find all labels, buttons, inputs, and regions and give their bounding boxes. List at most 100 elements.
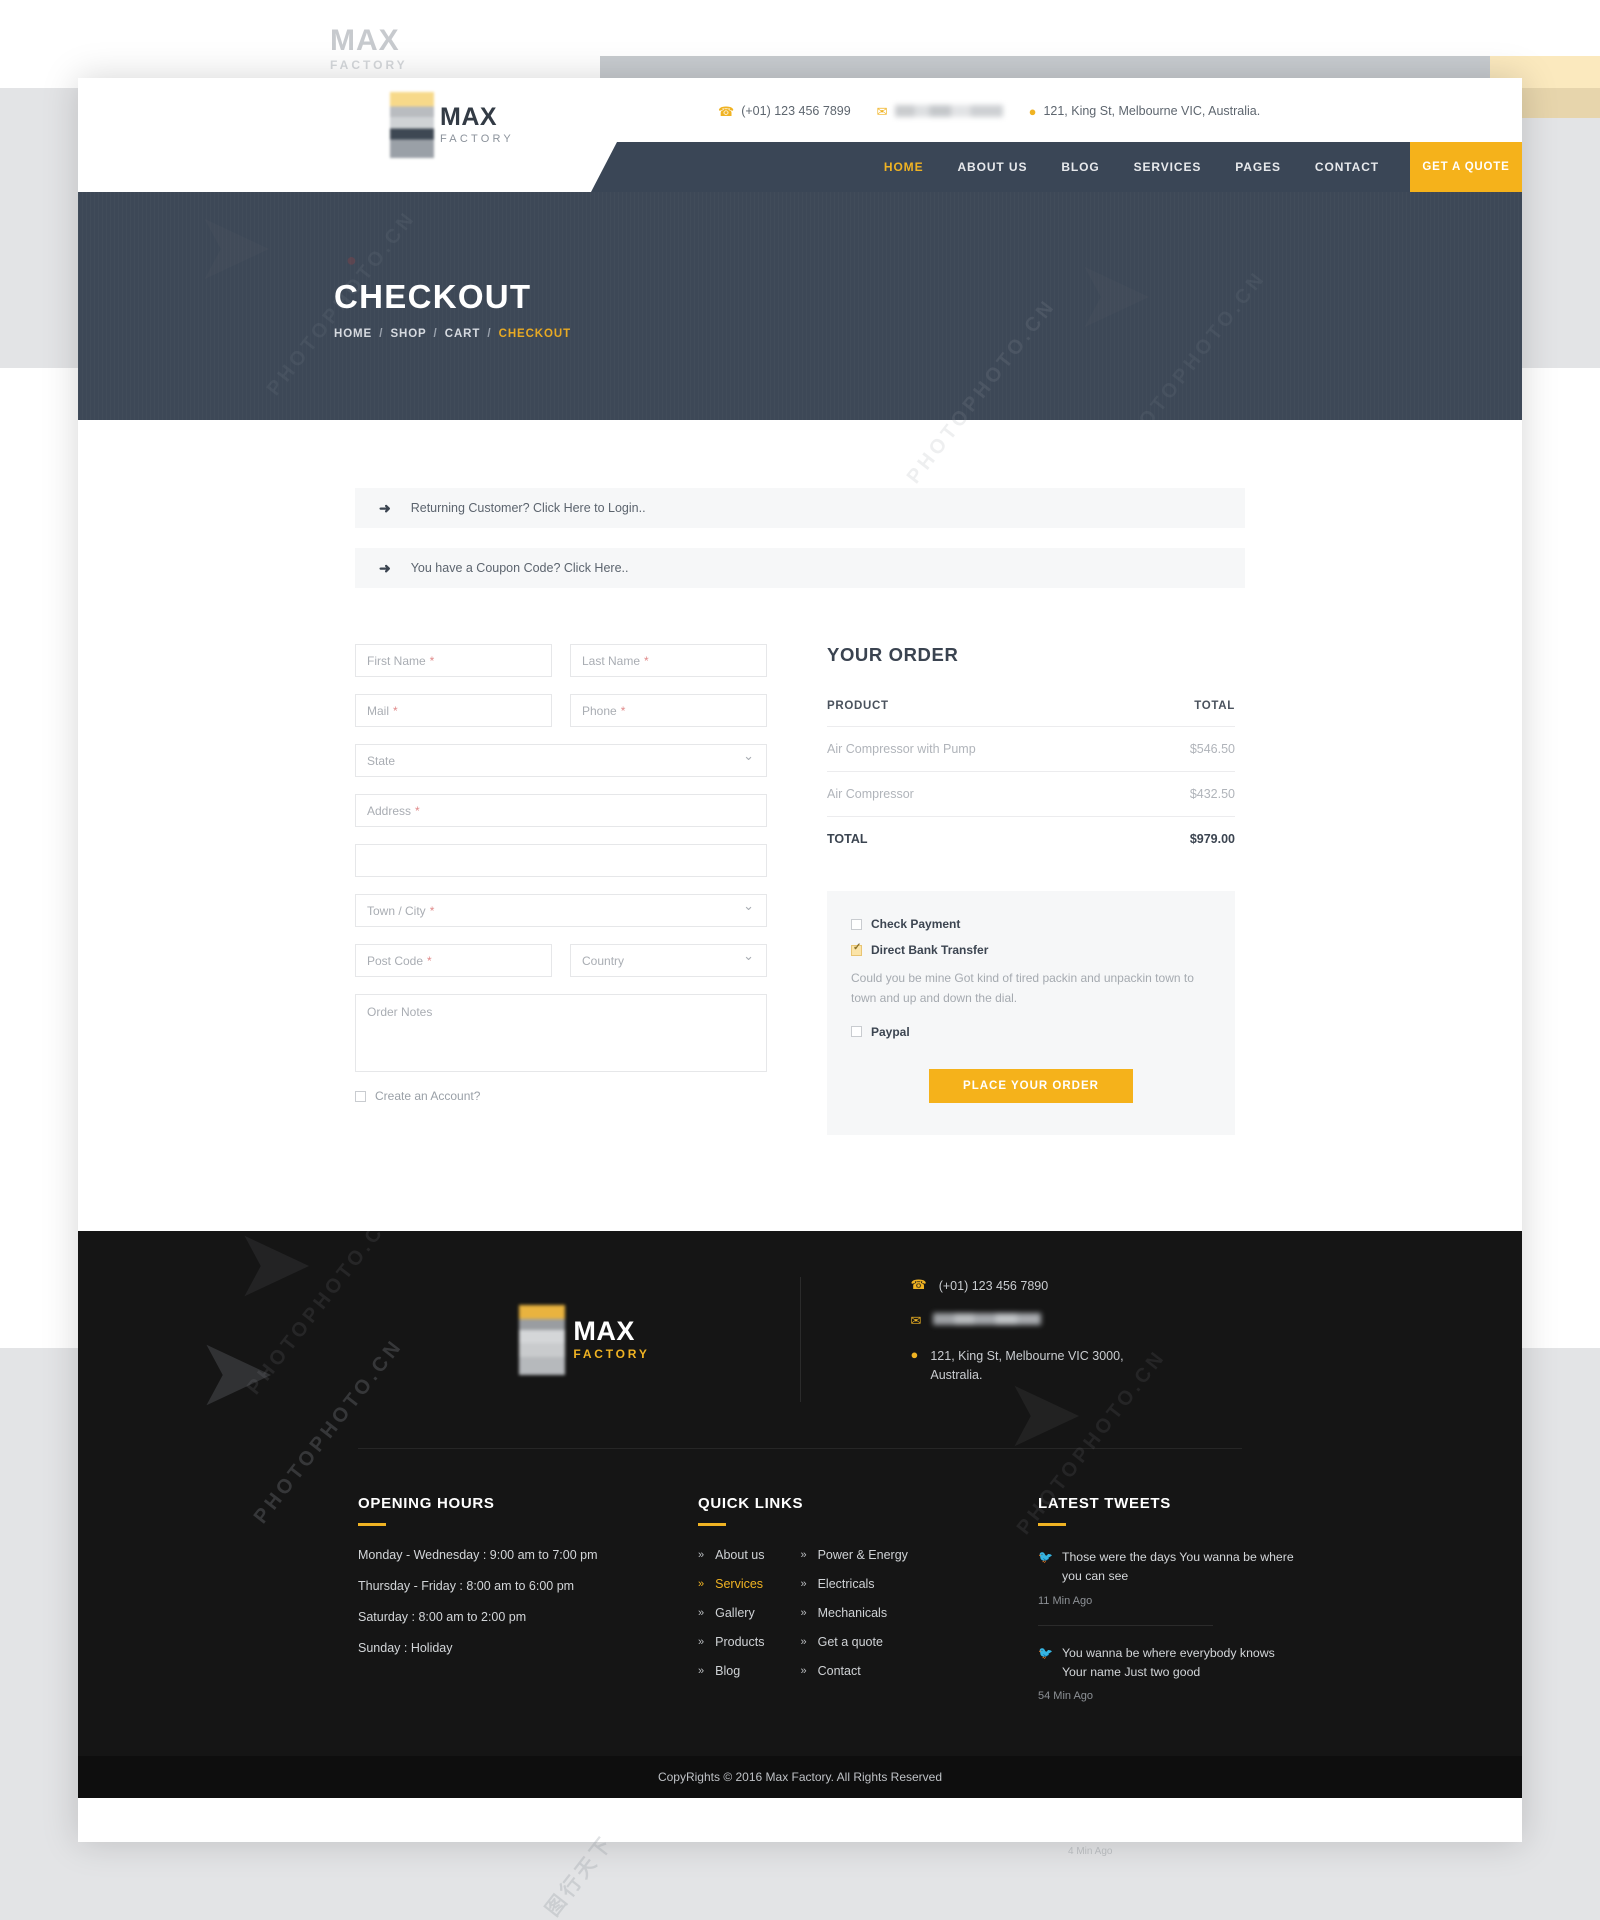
place-order-button[interactable]: PLACE YOUR ORDER <box>929 1068 1133 1103</box>
footer-link-get-a-quote[interactable]: » Get a quote <box>800 1635 907 1649</box>
footer-link-mechanicals-label: Mechanicals <box>817 1606 888 1621</box>
footer-link-power-energy-label: Power & Energy <box>817 1548 908 1563</box>
table-row: Air Compressor $432.50 <box>827 771 1235 817</box>
chevron-right-icon-5: » <box>698 1665 705 1678</box>
first-name-input[interactable]: First Name * <box>355 644 552 677</box>
tweet-separator <box>1038 1624 1213 1626</box>
order-table-body: Air Compressor with Pump $546.50 Air Com… <box>827 726 1235 862</box>
breadcrumb-cart[interactable]: CART <box>445 328 481 340</box>
map-pin-icon: ● <box>1028 103 1037 119</box>
footer-link-services[interactable]: » Services <box>698 1577 764 1591</box>
footer-email[interactable]: ✉ <box>911 1313 1231 1329</box>
post-code-input[interactable]: Post Code * <box>355 944 552 977</box>
country-select[interactable]: Country <box>570 944 767 977</box>
tweet-item-1[interactable]: 🐦 Those were the days You wanna be where… <box>1038 1548 1298 1586</box>
create-account-checkbox[interactable]: Create an Account? <box>355 1089 767 1103</box>
order-total-value: $979.00 <box>1189 832 1235 846</box>
nav-item-contact[interactable]: CONTACT <box>1298 160 1396 174</box>
nav-item-about-us[interactable]: ABOUT US <box>940 160 1044 174</box>
breadcrumb-shop[interactable]: SHOP <box>390 328 426 340</box>
header-email[interactable]: ✉ <box>877 105 1003 118</box>
phone-input[interactable]: Phone * <box>570 694 767 727</box>
footer-link-gallery[interactable]: » Gallery <box>698 1606 764 1620</box>
page-hero: ➤ PHOTOPHOTO.CN ➤ PHOTOPHOTO.CN ● CHECKO… <box>78 192 1522 420</box>
chevron-right-icon-10: » <box>800 1665 807 1678</box>
ghost-logo-name: MAX <box>330 24 400 57</box>
nav-item-pages[interactable]: PAGES <box>1218 160 1298 174</box>
post-code-required: * <box>427 953 432 968</box>
payment-direct-bank-transfer[interactable]: Direct Bank Transfer <box>851 943 1211 957</box>
site-page: MAX FACTORY ☎ (+01) 123 456 7899 ✉ ● 121… <box>78 78 1522 1842</box>
footer-link-blog[interactable]: » Blog <box>698 1664 764 1678</box>
footer-link-power-energy[interactable]: » Power & Energy <box>800 1548 907 1562</box>
footer-top: MAX FACTORY ☎ (+01) 123 456 7890 ✉ ● 121… <box>78 1231 1522 1449</box>
mail-icon-footer: ✉ <box>910 1313 922 1329</box>
post-code-placeholder: Post Code <box>367 953 424 968</box>
logo-name: MAX <box>440 103 498 131</box>
email-input[interactable]: Mail * <box>355 694 552 727</box>
order-table-head: PRODUCT TOTAL <box>827 700 1235 727</box>
last-name-input[interactable]: Last Name * <box>570 644 767 677</box>
footer-link-products[interactable]: » Products <box>698 1635 764 1649</box>
watermark-bird-icon-2: ➤ <box>1078 247 1151 343</box>
payment-paypal[interactable]: Paypal <box>851 1025 1211 1039</box>
order-item-name-1: Air Compressor with Pump <box>827 726 1140 772</box>
heading-underline <box>358 1523 386 1527</box>
footer-link-about-us[interactable]: » About us <box>698 1548 764 1562</box>
order-item-total-1: $546.50 <box>1139 726 1235 772</box>
returning-customer-label: Returning Customer? Click Here to Login.… <box>410 501 646 515</box>
breadcrumb-sep-3: / <box>487 328 492 340</box>
footer-link-get-a-quote-label: Get a quote <box>817 1635 883 1650</box>
coupon-code-bar[interactable]: ➜ You have a Coupon Code? Click Here.. <box>355 548 1245 588</box>
chevron-right-icon-6: » <box>800 1549 807 1562</box>
breadcrumb-home[interactable]: HOME <box>334 328 372 340</box>
header-phone[interactable]: ☎ (+01) 123 456 7899 <box>718 104 851 118</box>
town-city-select[interactable]: Town / City * <box>355 894 767 927</box>
footer-link-electricals[interactable]: » Electricals <box>800 1577 907 1591</box>
order-summary-title: YOUR ORDER <box>827 644 959 665</box>
latest-tweets-heading: LATEST TWEETS <box>1038 1495 1171 1513</box>
arrow-right-icon: ➜ <box>379 499 391 516</box>
map-pin-icon-footer: ● <box>910 1346 919 1362</box>
stray-timestamp: 4 Min Ago <box>1068 1846 1113 1857</box>
content-container: ➜ Returning Customer? Click Here to Logi… <box>355 488 1245 1135</box>
tweet-item-2[interactable]: 🐦 You wanna be where everybody knows You… <box>1038 1644 1298 1682</box>
nav-item-services[interactable]: SERVICES <box>1117 160 1219 174</box>
order-table-header-row: PRODUCT TOTAL <box>827 700 1235 727</box>
header-address: ● 121, King St, Melbourne VIC, Australia… <box>1029 104 1261 118</box>
checkout-columns: First Name * Last Name * Mail * Phone * … <box>355 644 1245 1135</box>
name-row: First Name * Last Name * <box>355 644 767 677</box>
breadcrumb-sep-1: / <box>379 328 384 340</box>
checkbox-icon-check-payment <box>851 918 862 930</box>
footer-link-contact[interactable]: » Contact <box>800 1664 907 1678</box>
footer-logo[interactable]: MAX FACTORY <box>370 1304 800 1375</box>
state-select[interactable]: State <box>355 744 767 777</box>
nav-item-blog[interactable]: BLOG <box>1044 160 1116 174</box>
returning-customer-bar[interactable]: ➜ Returning Customer? Click Here to Logi… <box>355 488 1245 528</box>
checkbox-icon-bank-transfer-checked <box>851 943 862 956</box>
chevron-right-icon-8: » <box>800 1607 807 1620</box>
chevron-right-icon-4: » <box>698 1636 705 1649</box>
footer-address-line1: 121, King St, Melbourne VIC 3000, <box>930 1348 1124 1363</box>
header-phone-text: (+01) 123 456 7899 <box>741 104 851 118</box>
phone-icon-footer: ☎ <box>910 1276 927 1292</box>
get-a-quote-button[interactable]: GET A QUOTE <box>1410 142 1522 192</box>
footer-link-mechanicals[interactable]: » Mechanicals <box>800 1606 907 1620</box>
create-account-label: Create an Account? <box>375 1089 481 1103</box>
order-col-total: TOTAL <box>1139 700 1235 727</box>
breadcrumb: HOME / SHOP / CART / CHECKOUT <box>334 328 571 340</box>
footer-link-contact-label: Contact <box>817 1664 861 1679</box>
footer-contact: ☎ (+01) 123 456 7890 ✉ ● 121, King St, M… <box>801 1277 1231 1403</box>
address2-input[interactable] <box>355 844 767 877</box>
order-notes-textarea[interactable]: Order Notes <box>355 994 767 1072</box>
town-row: Town / City * <box>355 894 767 927</box>
chevron-right-icon-3: » <box>698 1607 705 1620</box>
opening-hours-row-2: Thursday - Friday : 8:00 am to 6:00 pm <box>358 1579 575 1594</box>
order-item-total-2: $432.50 <box>1139 771 1235 817</box>
header-address-text: 121, King St, Melbourne VIC, Australia. <box>1043 104 1261 118</box>
address-input[interactable]: Address * <box>355 794 767 827</box>
nav-item-home[interactable]: HOME <box>867 160 941 174</box>
payment-check-payment[interactable]: Check Payment <box>851 917 1211 931</box>
footer-phone[interactable]: ☎ (+01) 123 456 7890 <box>911 1277 1231 1296</box>
